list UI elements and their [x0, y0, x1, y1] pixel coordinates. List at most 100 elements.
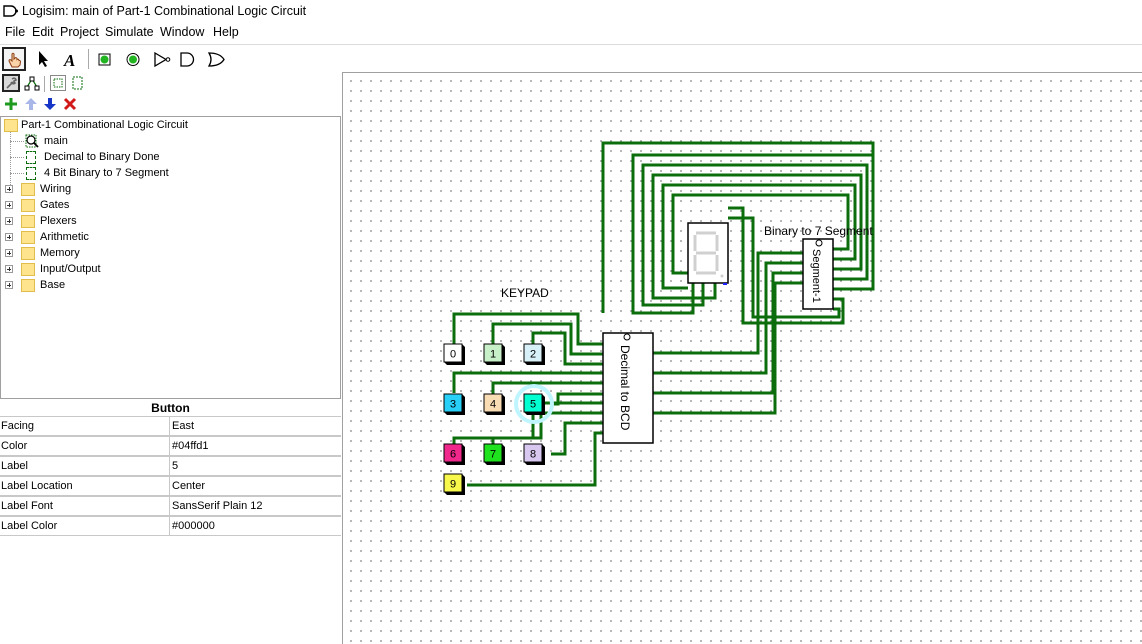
expand-plus-icon[interactable]: [5, 185, 13, 193]
folder-icon: [21, 183, 35, 196]
toolbar-separator: [44, 76, 45, 92]
tree-guide-line: [10, 157, 24, 158]
move-down-arrow-icon[interactable]: [43, 97, 57, 111]
keypad-button-8[interactable]: 8: [523, 443, 545, 465]
folder-icon: [4, 119, 18, 132]
keypad-button-2[interactable]: 2: [523, 343, 545, 365]
folder-icon: [21, 279, 35, 292]
folder-icon: [21, 247, 35, 260]
hand-poke-tool-icon[interactable]: [2, 47, 26, 71]
button-label: 2: [530, 349, 536, 361]
title-bar: Logisim: main of Part-1 Combinational Lo…: [0, 0, 1142, 22]
menu-bar: File Edit Project Simulate Window Help: [0, 23, 1142, 43]
keypad-button-1[interactable]: 1: [483, 343, 505, 365]
segment-1-label: Segment-1: [810, 249, 822, 303]
text-tool-icon[interactable]: A: [58, 47, 82, 71]
tree-library-wiring[interactable]: Wiring: [5, 181, 305, 197]
menu-edit[interactable]: Edit: [32, 25, 54, 39]
expand-plus-icon[interactable]: [5, 217, 13, 225]
keypad-button-4[interactable]: 4: [483, 393, 505, 415]
output-pin-icon[interactable]: [121, 47, 145, 71]
logisim-logo-icon: [3, 5, 18, 17]
attribute-row[interactable]: Label 5: [0, 456, 341, 476]
tree-library-base[interactable]: Base: [5, 277, 305, 293]
button-label: 6: [450, 449, 456, 461]
folder-icon: [21, 231, 35, 244]
wire[interactable]: [491, 411, 603, 453]
button-label: 8: [530, 449, 536, 461]
attribute-row[interactable]: Label Location Center: [0, 476, 341, 496]
attribute-table: Button Facing East Color #04ffd1 Label 5…: [0, 400, 341, 537]
tree-library-plexers[interactable]: Plexers: [5, 213, 305, 229]
tree-guide-line: [10, 173, 24, 174]
move-up-arrow-icon[interactable]: [24, 97, 38, 111]
seven-segment-display[interactable]: [687, 222, 729, 285]
decimal-to-bcd-block[interactable]: Decimal to BCD: [602, 332, 654, 444]
explorer-actions: [0, 96, 342, 116]
menu-simulate[interactable]: Simulate: [105, 25, 154, 39]
toolbar-separator: [88, 49, 89, 69]
button-label: 5: [530, 399, 536, 411]
explorer-toolbar: [0, 73, 342, 95]
attribute-row[interactable]: Label Color #000000: [0, 516, 341, 536]
expand-plus-icon[interactable]: [5, 249, 13, 257]
window-title: Logisim: main of Part-1 Combinational Lo…: [22, 4, 307, 18]
keypad-button-9[interactable]: 9: [443, 473, 465, 495]
circuit-drawing[interactable]: Segment-1 Decimal to BCD 0 1 2 3 4 5 6 7 8 9: [343, 73, 1142, 644]
input-pin-icon[interactable]: [93, 47, 117, 71]
tree-circuit-decimal-to-binary[interactable]: Decimal to Binary Done: [25, 149, 325, 165]
keypad-button-7[interactable]: 7: [483, 443, 505, 465]
attribute-row[interactable]: Label Font SansSerif Plain 12: [0, 496, 341, 516]
not-gate-icon[interactable]: [150, 47, 174, 71]
expand-plus-icon[interactable]: [5, 281, 13, 289]
menu-file[interactable]: File: [5, 25, 25, 39]
keypad-button-0[interactable]: 0: [443, 343, 465, 365]
circuit-canvas[interactable]: Segment-1 Decimal to BCD 0 1 2 3 4 5 6 7 8 9 KEYP…: [342, 72, 1142, 644]
attribute-table-title: Button: [151, 401, 190, 415]
folder-icon: [21, 199, 35, 212]
segment-1-block[interactable]: Segment-1: [802, 238, 834, 310]
expand-plus-icon[interactable]: [5, 233, 13, 241]
button-label: 7: [490, 449, 496, 461]
select-arrow-icon[interactable]: [32, 47, 56, 71]
tree-library-input-output[interactable]: Input/Output: [5, 261, 305, 277]
tree-library-memory[interactable]: Memory: [5, 245, 305, 261]
tree-circuit-main[interactable]: main: [25, 133, 325, 149]
button-label: 4: [490, 399, 496, 411]
keypad-button-5[interactable]: 5: [523, 393, 545, 415]
button-label: 1: [490, 349, 496, 361]
tree-guide-line: [10, 141, 24, 142]
tree-library-arithmetic[interactable]: Arithmetic: [5, 229, 305, 245]
svg-text:A: A: [63, 51, 75, 70]
and-gate-icon[interactable]: [176, 47, 200, 71]
folder-icon: [21, 215, 35, 228]
circuit-icon: [26, 167, 36, 180]
wrench-icon[interactable]: [2, 74, 20, 92]
add-circuit-plus-icon[interactable]: [4, 97, 18, 111]
tree-library-gates[interactable]: Gates: [5, 197, 305, 213]
circuit-layout-icon[interactable]: [50, 75, 66, 91]
attribute-row[interactable]: Facing East: [0, 416, 341, 436]
binary-to-7seg-label: Binary to 7 Segment: [764, 224, 873, 238]
button-label: 3: [450, 399, 456, 411]
wire[interactable]: [491, 322, 603, 356]
keypad-button-3[interactable]: 3: [443, 393, 465, 415]
attribute-row[interactable]: Color #04ffd1: [0, 436, 341, 456]
delete-circuit-x-icon[interactable]: [63, 97, 77, 111]
menu-project[interactable]: Project: [60, 25, 99, 39]
tree-project-root[interactable]: Part-1 Combinational Logic Circuit: [3, 117, 333, 133]
main-toolbar: A: [0, 44, 1142, 73]
menu-help[interactable]: Help: [213, 25, 239, 39]
expand-plus-icon[interactable]: [5, 201, 13, 209]
keypad-button-6[interactable]: 6: [443, 443, 465, 465]
tree-circuit-4bit-7seg[interactable]: 4 Bit Binary to 7 Segment: [25, 165, 325, 181]
decimal-to-bcd-label: Decimal to BCD: [618, 345, 632, 431]
wire[interactable]: [653, 271, 803, 395]
or-gate-icon[interactable]: [204, 47, 228, 71]
appearance-icon[interactable]: [71, 75, 85, 91]
menu-window[interactable]: Window: [160, 25, 204, 39]
tree-icon[interactable]: [24, 75, 40, 91]
button-label: 9: [450, 479, 456, 491]
project-explorer-tree: Part-1 Combinational Logic Circuit main …: [0, 116, 341, 399]
expand-plus-icon[interactable]: [5, 265, 13, 273]
